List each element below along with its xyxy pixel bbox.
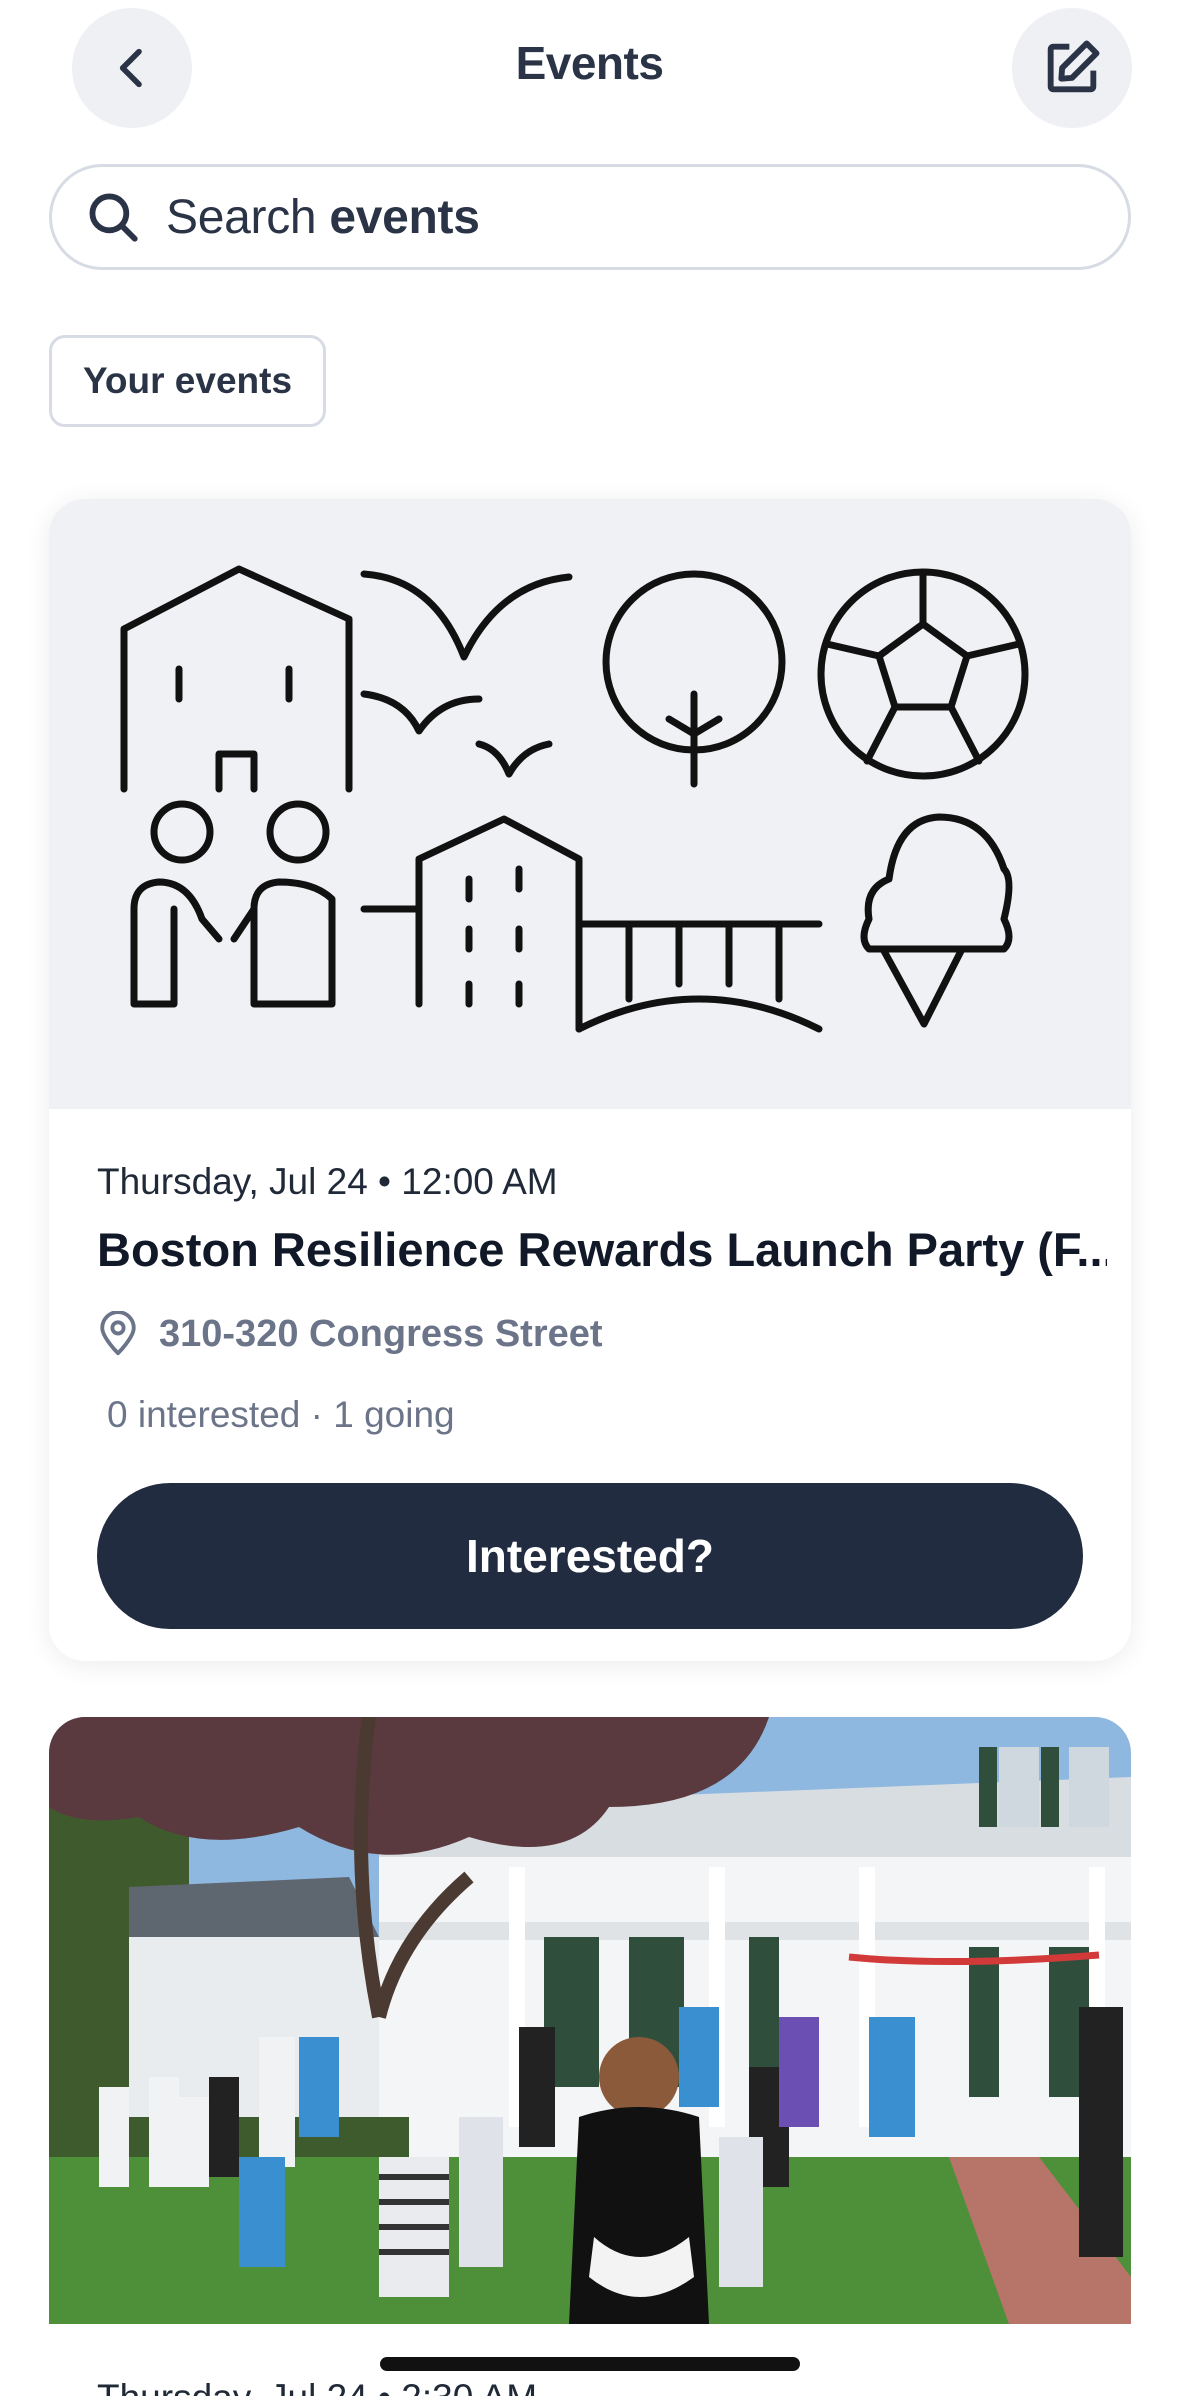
compose-button[interactable] xyxy=(1012,8,1132,128)
city-illustration-icon xyxy=(120,565,1029,1033)
search-placeholder: Search events xyxy=(166,190,480,244)
page-title: Events xyxy=(515,37,664,89)
location-pin-icon xyxy=(100,1311,136,1356)
event-location[interactable]: 310-320 Congress Street xyxy=(97,1311,603,1357)
your-events-chip[interactable]: Your events xyxy=(49,335,326,427)
event-card[interactable]: Thursday, Jul 24 • 12:00 AM Boston Resil… xyxy=(49,499,1131,1661)
interested-button[interactable]: Interested? xyxy=(97,1483,1083,1629)
events-screen: Events Search events Your events Thursda… xyxy=(0,0,1179,2396)
event-photo-image xyxy=(49,1717,1131,2324)
search-icon xyxy=(89,193,138,242)
event-illustration xyxy=(49,499,1131,1109)
event-date: Thursday, Jul 24 • 2:30 AM xyxy=(97,2377,537,2396)
event-title[interactable]: Boston Resilience Rewards Launch Party (… xyxy=(97,1222,1107,1277)
event-location-text: 310-320 Congress Street xyxy=(159,1312,603,1355)
event-date: Thursday, Jul 24 • 12:00 AM xyxy=(97,1161,558,1202)
compose-icon xyxy=(1047,40,1100,93)
search-input[interactable]: Search events xyxy=(49,164,1131,270)
event-card[interactable]: Thursday, Jul 24 • 2:30 AM xyxy=(49,1717,1131,2396)
event-attendance: 0 interested · 1 going xyxy=(107,1394,455,1435)
home-indicator[interactable] xyxy=(380,2357,800,2371)
event-photo xyxy=(49,1717,1131,2324)
